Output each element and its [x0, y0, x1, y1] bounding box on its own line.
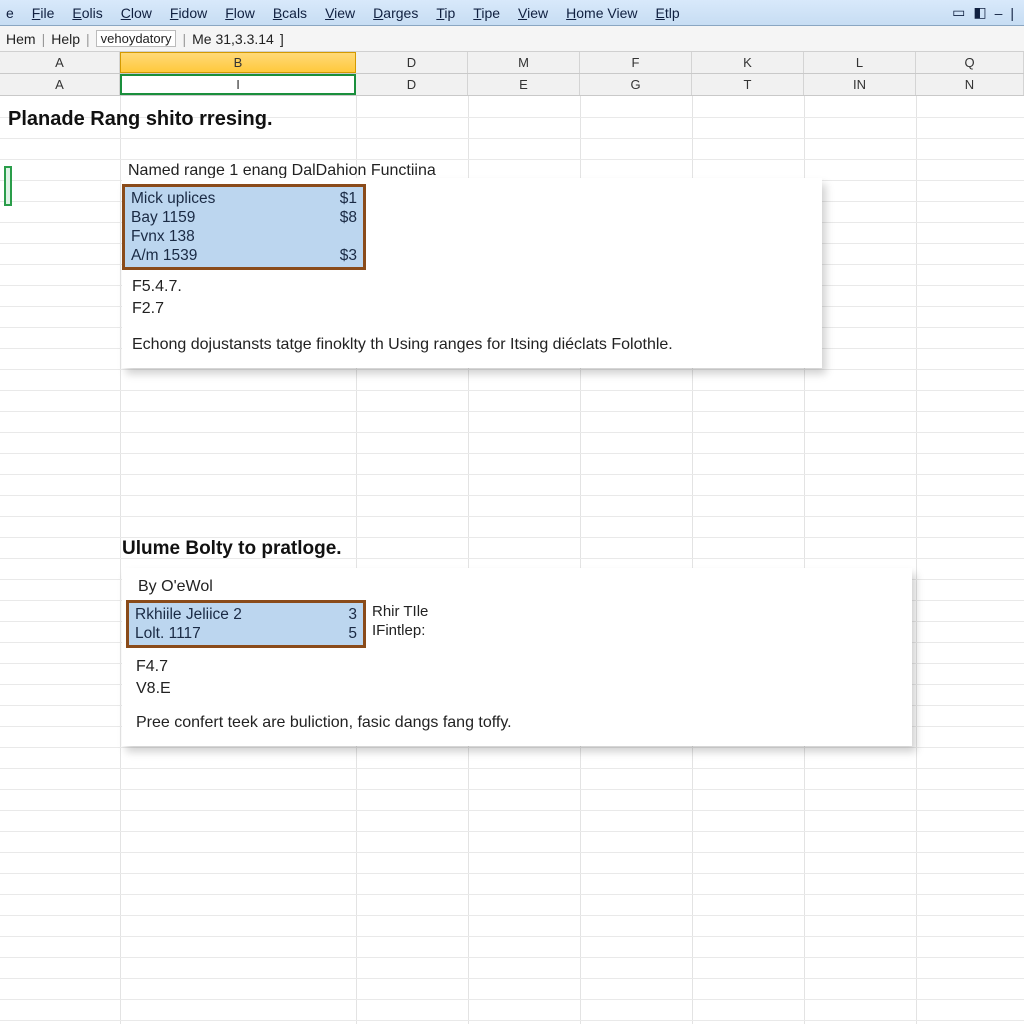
row-selection-handle[interactable]	[4, 166, 12, 206]
menu-item[interactable]: Darges	[373, 5, 418, 21]
column-header-cell[interactable]: F	[580, 52, 692, 73]
menu-item[interactable]: e	[6, 5, 14, 21]
info-date: Me 31,3.3.14	[192, 31, 274, 47]
menu-item[interactable]: Etlp	[655, 5, 679, 21]
column-header-cell[interactable]: L	[804, 52, 916, 73]
range-value: 3	[348, 605, 357, 624]
named-range-1[interactable]: Mick uplices $1 Bay 1159 $8 Fvnx 138A/m 1539…	[122, 184, 366, 270]
column-header-row-1[interactable]: ABDMFKLQ	[0, 52, 1024, 74]
side-labels: Rhir TIleIFintlep:	[372, 600, 428, 640]
column-header-cell[interactable]: Q	[916, 52, 1024, 73]
column-header-row-2[interactable]: AIDEGTINN	[0, 74, 1024, 96]
info-sep: |	[182, 31, 186, 47]
menu-item[interactable]: Fidow	[170, 5, 207, 21]
pipe-icon: |	[1010, 5, 1014, 21]
menu-item[interactable]: View	[518, 5, 548, 21]
minimize-icon[interactable]: ▭	[952, 4, 965, 21]
column-header-cell[interactable]: N	[916, 74, 1024, 95]
window-controls[interactable]: ▭ ◧ – |	[952, 4, 1014, 21]
menu-item[interactable]: Clow	[121, 5, 152, 21]
named-range-row: Bay 1159 $8	[131, 208, 357, 227]
dash-icon[interactable]: –	[995, 5, 1003, 21]
cell-ref: F4.7	[136, 656, 912, 678]
menu-item[interactable]: Tipe	[473, 5, 500, 21]
section-1-title: Planade Rang shito rresing.	[8, 108, 273, 131]
column-header-cell[interactable]: M	[468, 52, 580, 73]
info-help[interactable]: Help	[51, 31, 80, 47]
range-value: $1	[340, 189, 357, 208]
card-2: By O'eWol Rkhiile Jeliice 2 3 Lolt. 1117 5 …	[122, 568, 912, 746]
menu-item[interactable]: Home View	[566, 5, 637, 21]
column-header-cell[interactable]: E	[468, 74, 580, 95]
menu-item[interactable]: Bcals	[273, 5, 307, 21]
named-range-row: Mick uplices $1	[131, 189, 357, 208]
range-label: A/m 1539	[131, 246, 197, 265]
range-value: 5	[348, 624, 357, 643]
cell-ref: F5.4.7.	[132, 276, 822, 298]
menu-item[interactable]: File	[32, 5, 55, 21]
column-header-cell[interactable]: D	[356, 52, 468, 73]
range-label: Rkhiile Jeliice 2	[135, 605, 242, 624]
range-value: $3	[340, 246, 357, 265]
section-2-title: Ulume Bolty to pratloge.	[122, 538, 342, 560]
palette-icon[interactable]: ◧	[973, 4, 986, 21]
named-range-2-wrap: Rkhiile Jeliice 2 3 Lolt. 1117 5 Rhir TIleI…	[122, 600, 912, 648]
column-header-cell[interactable]: A	[0, 74, 120, 95]
refs-1: F5.4.7.F2.7	[132, 276, 822, 320]
desc-2: Pree confert teek are buliction, fasic d…	[136, 714, 912, 732]
range-label: Mick uplices	[131, 189, 215, 208]
info-bracket: ]	[280, 31, 284, 47]
column-header-cell[interactable]: T	[692, 74, 804, 95]
side-label: Rhir TIle	[372, 602, 428, 621]
range-value: $8	[340, 208, 357, 227]
info-sep: |	[86, 31, 90, 47]
column-header-cell[interactable]: B	[120, 52, 356, 73]
column-header-cell[interactable]: A	[0, 52, 120, 73]
column-header-cell[interactable]: G	[580, 74, 692, 95]
named-range-row: Rkhiile Jeliice 2 3	[135, 605, 357, 624]
side-label: IFintlep:	[372, 621, 428, 640]
named-range-row: A/m 1539 $3	[131, 246, 357, 265]
column-header-cell[interactable]: K	[692, 52, 804, 73]
column-header-cell[interactable]: D	[356, 74, 468, 95]
column-header-cell[interactable]: IN	[804, 74, 916, 95]
named-range-row: Lolt. 1117 5	[135, 624, 357, 643]
menu-item[interactable]: Flow	[225, 5, 255, 21]
desc-1: Echong dojustansts tatge finoklty th Usi…	[132, 336, 822, 354]
column-header-cell[interactable]: I	[120, 74, 356, 95]
sheet-area[interactable]: Planade Rang shito rresing. Named range …	[0, 96, 1024, 1024]
info-sep: |	[42, 31, 46, 47]
range-label: Lolt. 1117	[135, 624, 201, 643]
info-box-1[interactable]: vehoydatory	[96, 30, 177, 47]
menu-item[interactable]: Tip	[436, 5, 455, 21]
menu-item[interactable]: Eolis	[72, 5, 102, 21]
info-bar: Hem | Help | vehoydatory | Me 31,3.3.14 …	[0, 26, 1024, 52]
refs-2: F4.7V8.E	[136, 656, 912, 700]
info-hem[interactable]: Hem	[6, 31, 36, 47]
menu-item[interactable]: View	[325, 5, 355, 21]
range-label: Fvnx 138	[131, 227, 195, 246]
card-1: Mick uplices $1 Bay 1159 $8 Fvnx 138A/m 1539…	[122, 178, 822, 368]
named-range-row: Fvnx 138	[131, 227, 357, 246]
cell-ref: F2.7	[132, 298, 822, 320]
named-range-2[interactable]: Rkhiile Jeliice 2 3 Lolt. 1117 5	[126, 600, 366, 648]
cell-ref: V8.E	[136, 678, 912, 700]
range-label: Bay 1159	[131, 208, 195, 227]
byline: By O'eWol	[138, 578, 912, 596]
menu-bar: e File Eolis Clow Fidow Flow Bcals View Darges Ti…	[0, 0, 1024, 26]
